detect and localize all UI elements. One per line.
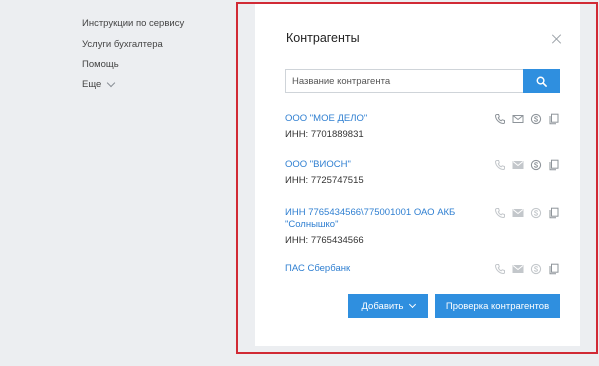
sidebar-item-help[interactable]: Помощь [82, 59, 119, 70]
mail-icon[interactable] [512, 207, 524, 219]
skype-icon[interactable] [530, 159, 542, 171]
mail-icon[interactable] [512, 263, 524, 275]
contractor-actions [494, 207, 560, 219]
check-contractors-button[interactable]: Проверка контрагентов [435, 294, 560, 318]
sidebar-item-instructions[interactable]: Инструкции по сервису [82, 18, 184, 29]
chevron-down-icon [107, 78, 116, 87]
contractor-inn: ИНН: 7765434566 [285, 235, 364, 246]
add-button-label: Добавить [361, 300, 404, 312]
contractor-item: ПАС Сбербанк [285, 263, 560, 275]
sidebar-item-more-label: Еще [82, 79, 102, 90]
phone-icon[interactable] [494, 207, 506, 219]
copy-icon[interactable] [548, 113, 560, 125]
mail-icon[interactable] [512, 159, 524, 171]
contractor-inn: ИНН: 7701889831 [285, 129, 364, 140]
contractor-actions [494, 113, 560, 125]
search-button[interactable] [523, 69, 560, 93]
skype-icon[interactable] [530, 113, 542, 125]
phone-icon[interactable] [494, 113, 506, 125]
sidebar: Инструкции по сервису Услуги бухгалтера … [0, 0, 236, 366]
phone-icon[interactable] [494, 159, 506, 171]
sidebar-item-accountant-services[interactable]: Услуги бухгалтера [82, 39, 163, 50]
skype-icon[interactable] [530, 263, 542, 275]
close-icon[interactable] [552, 34, 562, 44]
contractor-item: ООО "МОЕ ДЕЛО" ИНН: 7701889831 [285, 113, 560, 140]
contractor-item: ИНН 7765434566\775001001 ОАО АКБ "Солныш… [285, 207, 560, 246]
search-icon [536, 76, 547, 87]
add-contractor-button[interactable]: Добавить [348, 294, 428, 318]
contractor-inn: ИНН: 7725747515 [285, 175, 364, 186]
phone-icon[interactable] [494, 263, 506, 275]
contractor-item: ООО "ВИОСН" ИНН: 7725747515 [285, 159, 560, 186]
contractors-modal: Контрагенты ООО "МОЕ ДЕЛО" ИНН: 77018898… [255, 4, 580, 346]
mail-icon[interactable] [512, 113, 524, 125]
search-bar [285, 69, 560, 93]
chevron-down-icon [408, 300, 416, 309]
sidebar-item-more[interactable]: Еще [82, 78, 116, 90]
contractor-name[interactable]: ООО "ВИОСН" [285, 159, 475, 171]
search-input[interactable] [285, 69, 523, 93]
contractor-actions [494, 263, 560, 275]
skype-icon[interactable] [530, 207, 542, 219]
contractor-name[interactable]: ПАС Сбербанк [285, 263, 475, 275]
modal-title: Контрагенты [286, 31, 360, 45]
contractor-actions [494, 159, 560, 171]
copy-icon[interactable] [548, 159, 560, 171]
contractor-name[interactable]: ООО "МОЕ ДЕЛО" [285, 113, 475, 125]
contractor-name[interactable]: ИНН 7765434566\775001001 ОАО АКБ "Солныш… [285, 207, 475, 231]
copy-icon[interactable] [548, 263, 560, 275]
copy-icon[interactable] [548, 207, 560, 219]
